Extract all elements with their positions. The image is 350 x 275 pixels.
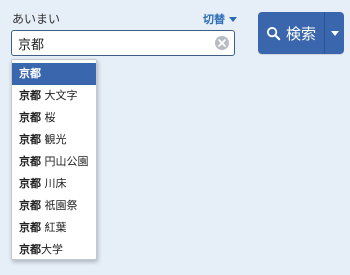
suggestion-item[interactable]: 京都 観光: [12, 129, 96, 151]
suggestion-rest: 祇園祭: [41, 199, 78, 212]
clear-x-glyph: [218, 39, 226, 47]
search-options-dropdown-button[interactable]: [325, 12, 344, 54]
search-icon: [266, 26, 281, 40]
suggestion-bold: 京都: [19, 133, 41, 146]
caret-down-icon: [229, 16, 237, 22]
suggestion-bold: 京都: [19, 243, 41, 256]
clear-icon[interactable]: [215, 36, 229, 50]
caret-down-icon: [330, 30, 339, 36]
suggestion-item[interactable]: 京都: [12, 63, 96, 85]
suggestion-rest: 大学: [41, 243, 63, 256]
suggestion-bold: 京都: [19, 111, 41, 124]
suggestion-rest: 円山公園: [41, 155, 89, 168]
suggestion-bold: 京都: [19, 177, 41, 190]
suggestion-bold: 京都: [19, 221, 41, 234]
suggestion-bold: 京都: [19, 67, 41, 80]
search-input[interactable]: [18, 35, 208, 51]
switch-link[interactable]: 切替: [203, 11, 237, 27]
suggestion-item[interactable]: 京都 大文字: [12, 85, 96, 107]
suggestion-bold: 京都: [19, 89, 41, 102]
search-button-label: 検索: [285, 24, 316, 43]
suggestion-rest: 観光: [41, 133, 67, 146]
suggestion-rest: 紅葉: [41, 221, 67, 234]
switch-label: 切替: [203, 13, 225, 26]
search-button[interactable]: 検索: [258, 12, 324, 54]
suggestion-rest: 川床: [41, 177, 67, 190]
suggestion-item[interactable]: 京都大学: [12, 239, 96, 261]
suggestion-dropdown: 京都 京都 大文字 京都 桜 京都 観光 京都 円山公園 京都 川床 京都 祇園…: [11, 59, 97, 260]
suggestion-bold: 京都: [19, 155, 41, 168]
suggestion-rest: 桜: [41, 111, 56, 124]
suggestion-rest: 大文字: [41, 89, 78, 102]
suggestion-item[interactable]: 京都 桜: [12, 107, 96, 129]
search-button-group: 検索: [258, 12, 344, 54]
suggestion-item[interactable]: 京都 祇園祭: [12, 195, 96, 217]
search-field: [11, 30, 235, 56]
suggestion-item[interactable]: 京都 川床: [12, 173, 96, 195]
suggestion-item[interactable]: 京都 円山公園: [12, 151, 96, 173]
suggestion-item[interactable]: 京都 紅葉: [12, 217, 96, 239]
suggestion-bold: 京都: [19, 199, 41, 212]
search-mode-label: あいまい: [12, 12, 61, 26]
